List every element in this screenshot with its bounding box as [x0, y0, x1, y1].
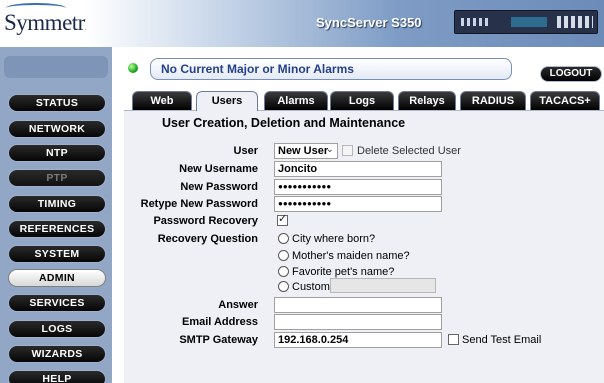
recovery-radio-pet[interactable]: [278, 266, 289, 277]
recovery-option-custom: Custom: [292, 281, 330, 293]
tab-web[interactable]: Web: [132, 91, 192, 110]
recovery-option-city: City where born?: [292, 233, 376, 245]
nav-network-button[interactable]: NETWORK: [8, 120, 106, 138]
recovery-radio-maiden[interactable]: [278, 250, 289, 261]
device-ports: [461, 18, 491, 26]
nav-status-button[interactable]: STATUS: [8, 94, 106, 112]
password-recovery-label: Password Recovery: [153, 215, 258, 227]
retype-password-label: Retype New Password: [140, 198, 258, 210]
tab-logs-config[interactable]: Logs Config: [330, 91, 394, 125]
page-title: User Creation, Deletion and Maintenance: [162, 116, 406, 130]
recovery-radio-custom[interactable]: [278, 281, 289, 292]
tab-radius[interactable]: RADIUS: [460, 91, 526, 110]
delete-user-label: Delete Selected User: [357, 145, 461, 157]
smtp-gateway-input[interactable]: 192.168.0.254: [274, 332, 442, 348]
chevron-down-icon: ⌄: [325, 144, 334, 155]
logout-button[interactable]: LOGOUT: [540, 66, 602, 82]
recovery-question-label: Recovery Question: [157, 233, 258, 245]
check-icon: ✓: [278, 213, 288, 225]
answer-label: Answer: [218, 299, 258, 311]
device-image: [454, 10, 598, 34]
new-password-input[interactable]: ●●●●●●●●●●●: [274, 179, 442, 195]
tab-tacacs[interactable]: TACACS+: [530, 91, 600, 110]
send-test-email-checkbox[interactable]: [448, 334, 459, 345]
alarm-status-led-icon: [128, 63, 138, 73]
recovery-option-maiden: Mother's maiden name?: [292, 250, 410, 262]
product-name: SyncServer S350: [316, 15, 422, 30]
new-username-input[interactable]: Joncito: [274, 161, 442, 177]
sidebar-top-bar: [4, 56, 108, 78]
tab-alarms[interactable]: Alarms: [264, 91, 328, 110]
device-display: [511, 17, 547, 27]
tab-users[interactable]: Users: [196, 91, 258, 111]
send-test-email-label: Send Test Email: [462, 334, 542, 346]
tab-relays[interactable]: Relays: [398, 91, 456, 110]
retype-password-input[interactable]: ●●●●●●●●●●●: [274, 196, 442, 212]
new-password-label: New Password: [180, 181, 258, 193]
recovery-option-pet: Favorite pet's name?: [292, 266, 395, 278]
user-select[interactable]: New User ⌄: [274, 143, 338, 159]
answer-input[interactable]: [274, 297, 442, 313]
nav-wizards-button[interactable]: WIZARDS: [8, 345, 106, 363]
password-recovery-checkbox[interactable]: ✓: [277, 213, 288, 226]
email-address-label: Email Address: [181, 316, 258, 328]
nav-admin-button[interactable]: ADMIN: [8, 269, 106, 287]
custom-question-input: [330, 278, 436, 293]
header: Symmetricom® SyncServer S350: [0, 0, 604, 47]
user-label: User: [233, 145, 258, 157]
alarm-status-bar: No Current Major or Minor Alarms: [150, 58, 512, 80]
recovery-radio-city[interactable]: [278, 233, 289, 244]
smtp-gateway-label: SMTP Gateway: [179, 334, 258, 346]
device-controls: [557, 16, 593, 28]
email-address-input[interactable]: [274, 314, 442, 330]
new-username-label: New Username: [179, 163, 258, 175]
user-select-value: New User: [278, 145, 329, 157]
delete-user-checkbox: [342, 145, 353, 156]
nav-system-button[interactable]: SYSTEM: [8, 245, 106, 263]
nav-help-button[interactable]: HELP: [8, 370, 106, 383]
